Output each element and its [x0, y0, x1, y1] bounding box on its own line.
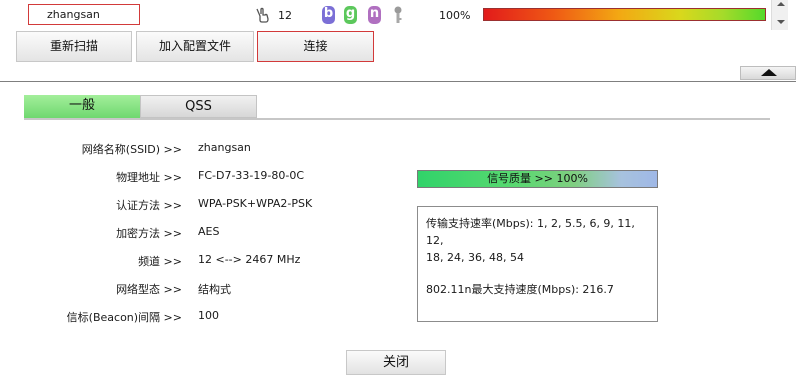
scroll-up-icon[interactable] — [777, 2, 785, 6]
connect-button[interactable]: 连接 — [257, 31, 374, 62]
action-bar: 重新扫描 加入配置文件 连接 — [0, 30, 800, 63]
detail-row-ssid: 网络名称(SSID) >> zhangsan — [0, 141, 380, 157]
detail-label: 网络型态 >> — [116, 283, 182, 296]
hand-icon — [256, 7, 269, 23]
detail-label: 加密方法 >> — [116, 227, 182, 240]
detail-value: 结构式 — [198, 283, 231, 296]
rate-info-box: 传输支持速率(Mbps): 1, 2, 5.5, 6, 9, 11, 12, 1… — [417, 206, 658, 322]
detail-row-mac: 物理地址 >> FC-D7-33-19-80-0C — [0, 169, 380, 185]
detail-row-auth: 认证方法 >> WPA-PSK+WPA2-PSK — [0, 197, 380, 213]
detail-row-encryption: 加密方法 >> AES — [0, 225, 380, 241]
supported-rates-line2: 18, 24, 36, 48, 54 — [426, 251, 524, 264]
rescan-button[interactable]: 重新扫描 — [16, 31, 132, 62]
close-button[interactable]: 关闭 — [346, 350, 446, 375]
lock-key-icon — [394, 6, 402, 23]
detail-value: 100 — [198, 309, 219, 322]
network-channel: 12 — [278, 9, 292, 22]
detail-row-beacon: 信标(Beacon)间隔 >> 100 — [0, 309, 380, 325]
detail-value: 12 <--> 2467 MHz — [198, 253, 301, 266]
detail-label: 物理地址 >> — [116, 171, 182, 184]
detail-row-network-type: 网络型态 >> 结构式 — [0, 281, 380, 297]
detail-label: 认证方法 >> — [116, 199, 182, 212]
detail-value: WPA-PSK+WPA2-PSK — [198, 197, 313, 210]
supported-rates-line1: 传输支持速率(Mbps): 1, 2, 5.5, 6, 9, 11, 12, — [426, 217, 635, 247]
detail-label: 频道 >> — [138, 255, 182, 268]
chevron-up-icon — [761, 69, 777, 76]
scroll-down-icon[interactable] — [777, 20, 785, 24]
network-row[interactable]: zhangsan 12 b g n 100% — [4, 2, 770, 26]
add-profile-button[interactable]: 加入配置文件 — [136, 31, 254, 62]
detail-value: zhangsan — [198, 141, 251, 154]
tab-qss[interactable]: QSS — [140, 95, 257, 118]
tab-general[interactable]: 一般 — [24, 95, 140, 118]
max-11n-rate: 802.11n最大支持速度(Mbps): 216.7 — [426, 283, 614, 296]
signal-strength-bar — [483, 8, 766, 21]
mode-b-icon: b — [322, 6, 335, 24]
signal-percent: 100% — [439, 9, 471, 22]
network-list-scrollbar[interactable] — [771, 0, 788, 30]
network-ssid[interactable]: zhangsan — [28, 4, 140, 25]
signal-quality-bar: 信号质量 >> 100% — [417, 170, 658, 188]
mode-n-icon: n — [368, 6, 381, 24]
detail-row-channel: 频道 >> 12 <--> 2467 MHz — [0, 253, 380, 269]
detail-value: AES — [198, 225, 220, 238]
network-list[interactable]: zhangsan 12 b g n 100% — [0, 0, 800, 30]
collapse-details-button[interactable] — [740, 66, 796, 80]
detail-label: 信标(Beacon)间隔 >> — [66, 311, 182, 324]
network-details-panel: 一般 QSS 网络名称(SSID) >> zhangsan 物理地址 >> FC… — [0, 82, 796, 384]
detail-label: 网络名称(SSID) >> — [81, 143, 182, 156]
tab-underline — [24, 118, 770, 120]
detail-value: FC-D7-33-19-80-0C — [198, 169, 304, 182]
mode-g-icon: g — [344, 6, 357, 24]
